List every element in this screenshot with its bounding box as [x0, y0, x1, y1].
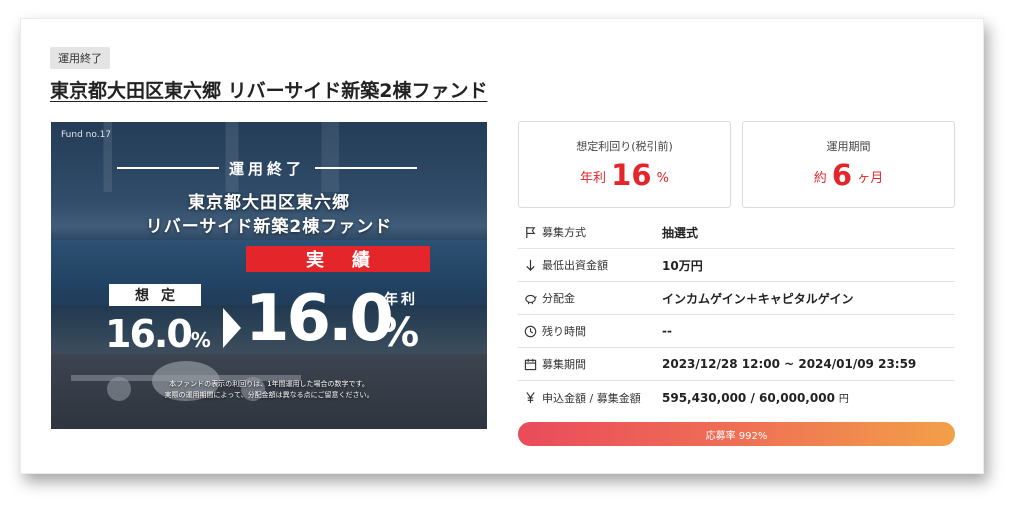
- info-row-application-amount: 申込金額 / 募集金額 595,430,000 / 60,000,000 円: [518, 381, 955, 414]
- application-rate-progress-bar: 応募率 992%: [518, 422, 955, 446]
- info-label: 募集方式: [542, 226, 586, 239]
- banner-title-line2: リバーサイド新築2棟ファンド: [145, 217, 393, 237]
- info-value: --: [662, 324, 672, 338]
- info-label: 申込金額 / 募集金額: [542, 391, 641, 405]
- info-value: 抽選式: [662, 225, 699, 240]
- expected-yield-suffix: %: [656, 171, 669, 186]
- banner-ended-text: 運用終了: [229, 159, 306, 178]
- info-row-recruitment-method: 募集方式 抽選式: [518, 216, 955, 249]
- expected-yield-value: 年利 16 %: [519, 158, 730, 192]
- expected-yield-label: 想定利回り(税引前): [576, 140, 673, 153]
- operation-period-prefix: 約: [813, 171, 827, 186]
- banner-note-line2: 実際の運用期間によって、分配金額は異なる点にご留意ください。: [164, 391, 374, 399]
- banner-rule-left: [117, 167, 219, 169]
- banner-rule-right: [315, 167, 418, 169]
- piggy-bank-icon: [518, 292, 542, 305]
- expected-yield-prefix: 年利: [579, 171, 606, 186]
- info-row-remaining-time: 残り時間 --: [518, 315, 955, 348]
- info-value: 10万円: [662, 258, 703, 273]
- yen-icon: [518, 391, 542, 404]
- fund-info-table: 募集方式 抽選式 最低出資金額 10万円 分配金 インカムゲイン＋キャピタルゲイ…: [518, 216, 955, 414]
- fund-title-link[interactable]: 東京都大田区東六郷 リバーサイド新築2棟ファンド: [50, 76, 487, 103]
- info-value: 2023/12/28 12:00 ~ 2024/01/09 23:59: [662, 357, 917, 371]
- info-row-recruitment-period: 募集期間 2023/12/28 12:00 ~ 2024/01/09 23:59: [518, 348, 955, 381]
- expected-yield-number: 16: [611, 158, 652, 192]
- info-label: 残り時間: [542, 325, 586, 338]
- currency-unit: 円: [838, 394, 849, 405]
- application-rate-text: 応募率 992%: [705, 430, 768, 442]
- info-value: インカムゲイン＋キャピタルゲイン: [662, 291, 854, 306]
- banner-actual-value: 16.0: [245, 282, 394, 356]
- banner-fund-number: Fund no.17: [61, 130, 112, 140]
- operation-period-suffix: ヶ月: [857, 171, 884, 186]
- flag-icon: [518, 226, 542, 239]
- info-label: 募集期間: [542, 358, 586, 371]
- operation-period-value: 約 6 ヶ月: [743, 158, 954, 192]
- info-label: 分配金: [542, 292, 575, 305]
- banner-title-line1: 東京都大田区東六郷: [188, 193, 350, 213]
- banner-expected-label: 想定: [109, 284, 201, 306]
- banner-note-line1: 本ファンドの表示の利回りは、1年間運用した場合の数字です。: [169, 380, 369, 388]
- info-row-minimum-investment: 最低出資金額 10万円: [518, 249, 955, 282]
- banner-expected-unit: %: [190, 328, 211, 352]
- banner-actual-unit: %: [379, 310, 420, 356]
- operation-period-box: 運用期間 約 6 ヶ月: [742, 121, 955, 208]
- expected-yield-box: 想定利回り(税引前) 年利 16 %: [518, 121, 731, 208]
- info-value: 595,430,000 / 60,000,000 円: [662, 390, 849, 405]
- operation-period-label: 運用期間: [826, 140, 871, 153]
- application-amount-value: 595,430,000 / 60,000,000: [662, 391, 835, 405]
- calendar-icon: [518, 358, 542, 371]
- info-label: 最低出資金額: [542, 259, 608, 272]
- operation-period-number: 6: [831, 158, 853, 192]
- arrow-right-icon: [223, 308, 241, 348]
- info-row-distribution: 分配金 インカムゲイン＋キャピタルゲイン: [518, 282, 955, 315]
- fund-banner-image[interactable]: Fund no.17 運用終了 東京都大田区東六郷 リバーサイド新築2棟ファンド…: [51, 122, 487, 429]
- banner-expected-number: 16.0: [105, 312, 193, 356]
- banner-expected-value: 16.0%: [105, 312, 211, 356]
- banner-ended-heading: 運用終了: [117, 158, 418, 178]
- banner-actual-label: 実績: [246, 246, 430, 272]
- status-badge: 運用終了: [50, 47, 110, 69]
- clock-icon: [518, 325, 542, 338]
- arrow-down-icon: [518, 259, 542, 272]
